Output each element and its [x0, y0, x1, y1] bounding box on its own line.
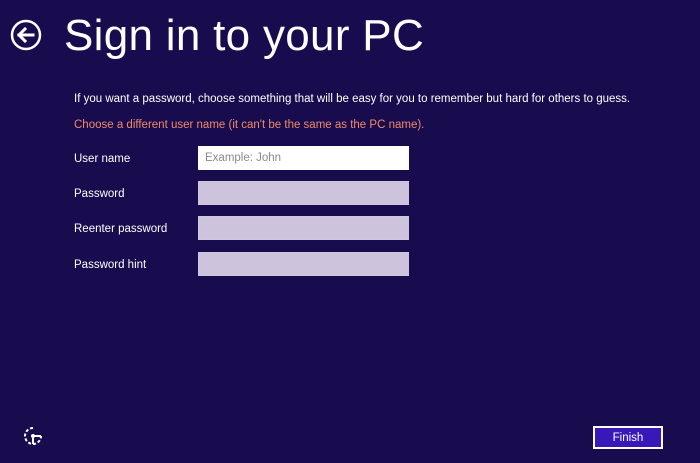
ease-of-access-button[interactable] — [22, 425, 44, 447]
back-button[interactable] — [10, 19, 42, 51]
reenter-password-input[interactable] — [198, 216, 409, 240]
password-hint-label: Password hint — [74, 259, 147, 271]
error-message: Choose a different user name (it can't b… — [74, 119, 425, 131]
finish-button[interactable]: Finish — [593, 426, 663, 449]
reenter-password-label: Reenter password — [74, 223, 168, 235]
password-hint-input[interactable] — [198, 252, 409, 276]
instructions-text: If you want a password, choose something… — [74, 93, 631, 105]
password-label: Password — [74, 188, 125, 200]
back-arrow-icon — [10, 19, 42, 51]
page-title: Sign in to your PC — [64, 11, 425, 60]
ease-of-access-icon — [24, 427, 42, 445]
password-input[interactable] — [198, 181, 409, 205]
user-name-input[interactable] — [198, 146, 409, 170]
user-name-label: User name — [74, 153, 131, 165]
